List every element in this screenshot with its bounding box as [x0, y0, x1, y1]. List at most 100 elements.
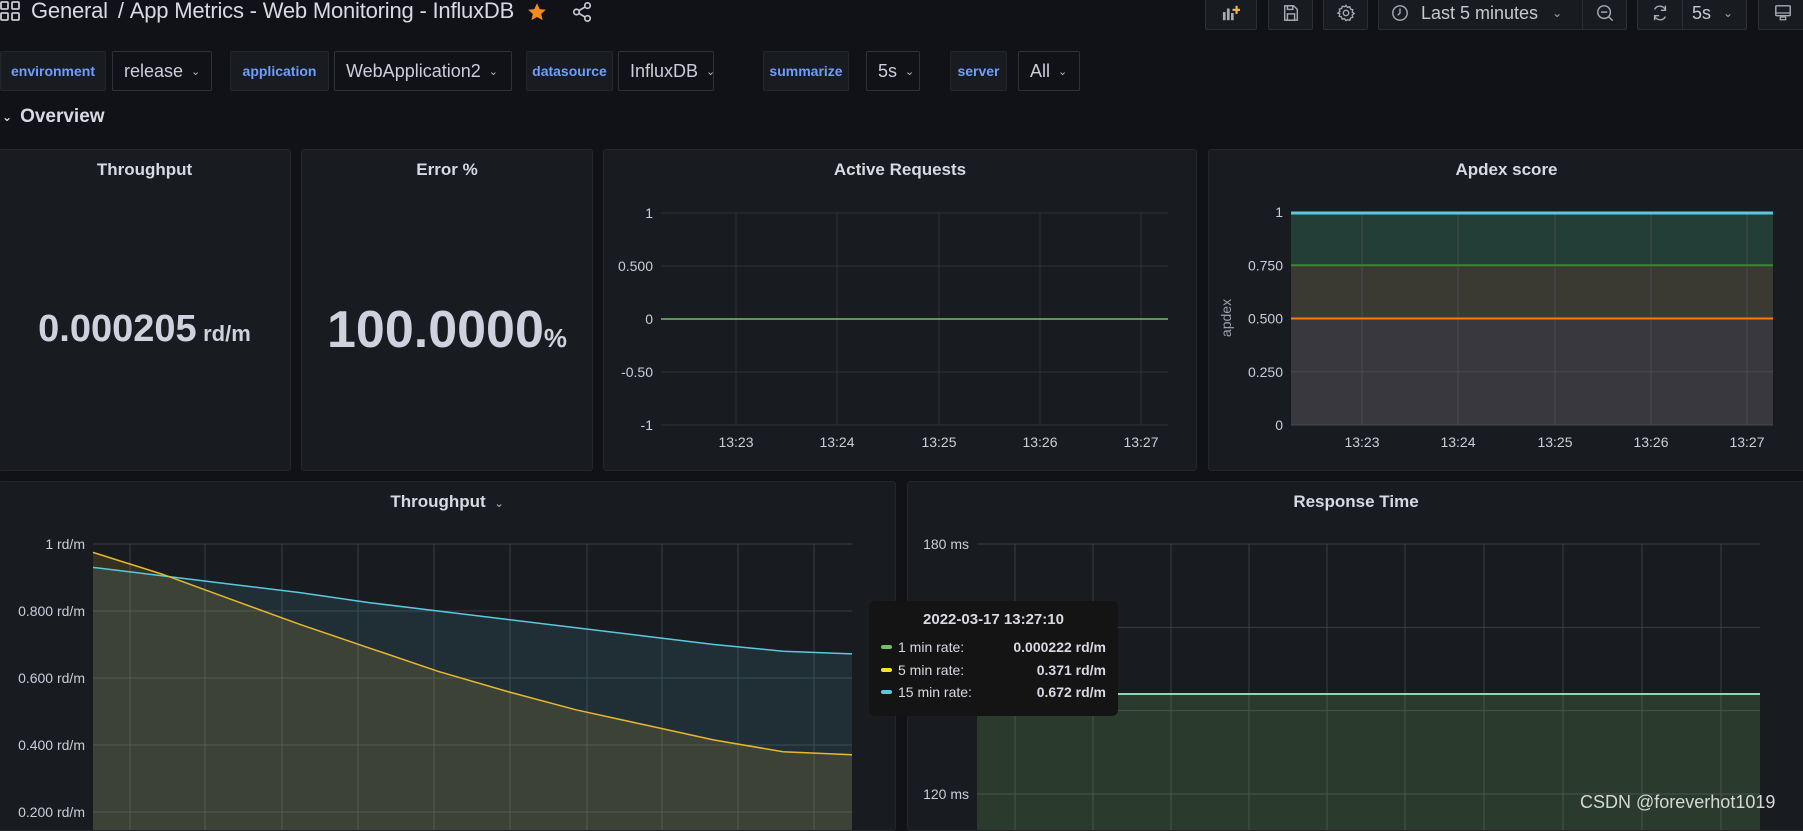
tv-mode-button[interactable] — [1758, 0, 1803, 30]
star-icon[interactable] — [526, 1, 548, 23]
y-tick-label: 1 — [1275, 204, 1283, 220]
dashboard-navbar: General / App Metrics - Web Monitoring - I… — [0, 0, 1803, 34]
tooltip-series-name: 15 min rate: — [898, 684, 972, 701]
add-panel-icon — [1222, 5, 1240, 21]
row-title: Overview — [20, 106, 105, 127]
share-icon[interactable] — [571, 1, 593, 23]
save-icon — [1283, 5, 1298, 21]
breadcrumb: General / App Metrics - Web Monitoring - I… — [31, 0, 514, 24]
series-swatch — [881, 645, 892, 650]
refresh-picker[interactable]: 5s ⌄ — [1637, 0, 1747, 30]
y-tick-label: 0.200 rd/m — [18, 804, 85, 820]
x-tick-label: 13:23 — [1344, 434, 1379, 450]
y-tick-label: 120 ms — [923, 786, 969, 802]
variable-value: WebApplication2 — [346, 60, 481, 81]
active-requests-chart[interactable]: 1 0.500 0 -0.50 -1 13:23 13:24 13:25 13:26 13:27 — [604, 150, 1197, 471]
refresh-icon — [1653, 5, 1667, 21]
breadcrumb-separator: / — [117, 0, 124, 23]
breadcrumb-folder[interactable]: General — [31, 0, 108, 23]
variable-value: InfluxDB — [630, 60, 699, 81]
stat-unit: rd/m — [203, 321, 251, 346]
y-tick-label: 0.750 — [1248, 257, 1283, 273]
y-tick-label: 0.500 — [1248, 311, 1283, 327]
y-tick-label: 1 — [645, 205, 653, 221]
y-tick-label: -1 — [641, 417, 654, 433]
variable-select-summarize[interactable]: 5s ⌄ — [866, 51, 920, 91]
stat-value: 100.0000% — [302, 300, 592, 360]
clock-icon — [1392, 5, 1408, 21]
watermark: CSDN @foreverhot1019 — [1580, 792, 1776, 812]
variable-select-application[interactable]: WebApplication2 ⌄ — [334, 51, 512, 91]
chevron-down-icon: ⌄ — [2, 110, 13, 124]
dashboard-title[interactable]: App Metrics - Web Monitoring - InfluxDB — [130, 0, 514, 23]
x-tick-label: 13:24 — [1440, 434, 1475, 450]
tooltip-series-name: 5 min rate: — [898, 661, 965, 678]
panel-throughput-stat: Throughput 0.000205 rd/m — [0, 149, 291, 471]
tooltip-time: 2022-03-17 13:27:10 — [923, 611, 1064, 628]
panel-title[interactable]: Throughput — [0, 160, 290, 180]
tooltip-row: 1 min rate: 0.000222 rd/m — [881, 636, 1106, 659]
chevron-down-icon: ⌄ — [1058, 65, 1068, 78]
save-dashboard-button[interactable] — [1268, 0, 1313, 30]
x-tick-label: 13:26 — [1022, 434, 1057, 450]
row-header-overview[interactable]: ⌄ Overview — [2, 106, 105, 128]
x-tick-label: 13:25 — [1537, 434, 1572, 450]
tooltip-series-value: 0.000222 rd/m — [1013, 639, 1106, 656]
variable-label-environment: environment — [0, 51, 106, 91]
chevron-down-icon: ⌄ — [706, 65, 716, 78]
time-range-label: Last 5 minutes — [1421, 2, 1539, 23]
refresh-interval[interactable]: 5s — [1692, 3, 1711, 24]
time-range-picker[interactable]: Last 5 minutes ⌄ — [1378, 0, 1627, 30]
series-swatch — [881, 690, 892, 695]
x-tick-label: 13:27 — [1729, 434, 1764, 450]
variable-select-server[interactable]: All ⌄ — [1018, 51, 1080, 91]
y-tick-label: 0.500 — [618, 258, 653, 274]
stat-value: 0.000205 rd/m — [0, 308, 290, 351]
apdex-chart[interactable]: 1 0.750 0.500 0.250 0 13:23 13:24 13:25 13:26 13:… — [1209, 150, 1803, 471]
apps-grid-icon[interactable] — [0, 1, 20, 21]
x-tick-label: 13:23 — [718, 434, 753, 450]
y-tick-label: 0.400 rd/m — [18, 737, 85, 753]
variable-label-server: server — [950, 51, 1007, 91]
zoom-out-icon — [1597, 5, 1614, 22]
chevron-down-icon: ⌄ — [488, 65, 498, 78]
variable-value: All — [1030, 60, 1051, 81]
add-panel-button[interactable] — [1205, 0, 1257, 30]
region-warn — [1291, 265, 1773, 319]
variable-select-datasource[interactable]: InfluxDB ⌄ — [618, 51, 716, 91]
tooltip-series-value: 0.672 rd/m — [1036, 684, 1106, 701]
monitor-icon — [1775, 5, 1791, 21]
graph-tooltip: 2022-03-17 13:27:10 1 min rate: 0.000222… — [869, 601, 1118, 716]
chevron-down-icon: ⌄ — [1552, 6, 1563, 20]
stat-unit: % — [543, 323, 567, 353]
tooltip-row: 5 min rate: 0.371 rd/m — [881, 659, 1106, 682]
zoom-out-button[interactable] — [1583, 0, 1627, 29]
variable-select-environment[interactable]: release ⌄ — [112, 51, 212, 91]
variable-value: release — [124, 60, 184, 81]
gear-icon — [1336, 4, 1355, 22]
y-axis-label: apdex — [1218, 299, 1234, 337]
variable-label-datasource: datasource — [526, 51, 613, 91]
x-tick-label: 13:26 — [1633, 434, 1668, 450]
y-tick-label: 0.250 — [1248, 364, 1283, 380]
y-tick-label: 0 — [1275, 417, 1283, 433]
tooltip-series-name: 1 min rate: — [898, 639, 965, 656]
y-tick-label: 1 rd/m — [45, 536, 85, 552]
variable-label-summarize: summarize — [763, 51, 849, 91]
chevron-down-icon: ⌄ — [1723, 6, 1734, 20]
refresh-button[interactable] — [1638, 0, 1682, 29]
y-tick-label: 180 ms — [923, 536, 969, 552]
dashboard-settings-button[interactable] — [1323, 0, 1368, 30]
chevron-down-icon: ⌄ — [905, 65, 915, 78]
panel-error-stat: Error % 100.0000% — [301, 149, 593, 471]
panel-apdex: Apdex score 1 0.750 0.500 0.250 0 13:23 13:24 1… — [1208, 149, 1803, 471]
tooltip-row: 15 min rate: 0.672 rd/m — [881, 681, 1106, 704]
x-tick-label: 13:27 — [1123, 434, 1158, 450]
region-ok — [1291, 212, 1773, 266]
y-tick-label: 0 — [645, 311, 653, 327]
chevron-down-icon: ⌄ — [191, 65, 201, 78]
tooltip-series-value: 0.371 rd/m — [1036, 661, 1106, 678]
series-swatch — [881, 667, 892, 672]
throughput-chart[interactable]: 1 rd/m 0.800 rd/m 0.600 rd/m 0.400 rd/m 0.20… — [0, 482, 896, 831]
panel-title[interactable]: Error % — [302, 160, 592, 180]
